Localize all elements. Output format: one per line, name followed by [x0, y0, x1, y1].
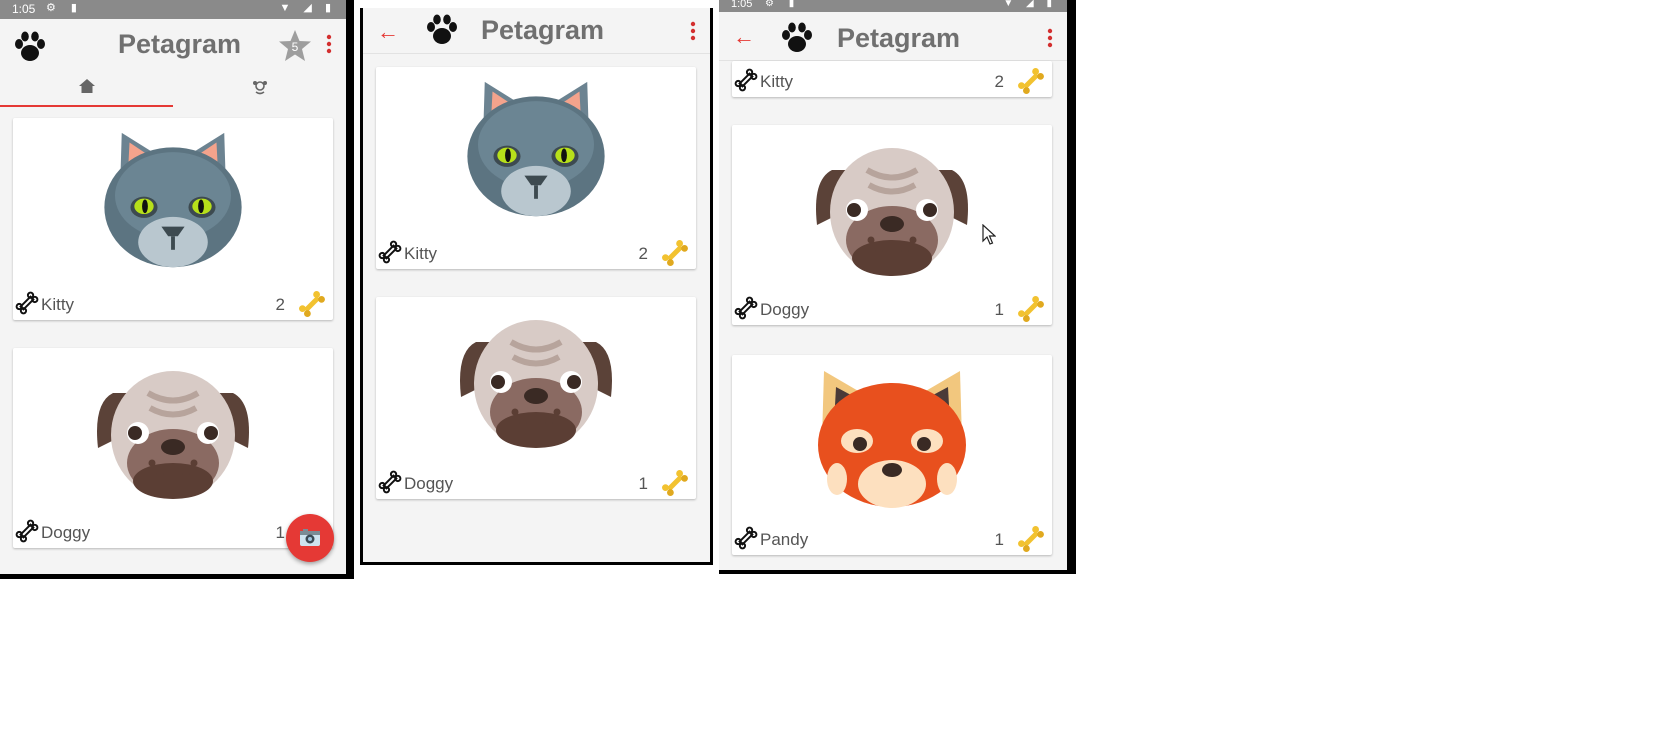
bone-like-icon[interactable]	[1016, 524, 1046, 554]
pet-name: Kitty	[41, 295, 75, 314]
bone-outline-icon[interactable]	[734, 526, 758, 550]
bone-like-icon[interactable]	[660, 468, 690, 498]
screen-main: 1:05 ⚙ ▮ ▼ ◢ ▮ Petagram 5 Kitty 2 Doggy …	[0, 0, 354, 579]
tab-home[interactable]	[0, 67, 173, 107]
app-title: Petagram	[118, 29, 242, 59]
pet-card[interactable]: Doggy 1	[376, 297, 696, 499]
back-arrow-icon[interactable]: ←	[377, 20, 399, 44]
like-count: 2	[994, 72, 1004, 91]
status-time: 1:05	[731, 0, 753, 10]
bone-outline-icon[interactable]	[378, 240, 402, 264]
mouse-cursor-icon	[982, 224, 996, 245]
bone-outline-icon[interactable]	[734, 296, 758, 320]
favorites-count: 5	[291, 40, 299, 54]
app-title: Petagram	[837, 23, 961, 53]
pet-name: Kitty	[404, 244, 438, 263]
pet-card-footer: Kitty 2	[376, 235, 696, 269]
like-count: 1	[994, 530, 1004, 549]
app-bar: ← Petagram	[719, 12, 1067, 61]
bone-outline-icon[interactable]	[15, 291, 39, 315]
like-count: 1	[638, 474, 648, 493]
status-bar: 1:05 ⚙ ▮ ▼ ◢ ▮	[719, 0, 1067, 12]
pug-image	[451, 312, 621, 452]
pet-card[interactable]: Doggy 1	[732, 125, 1052, 325]
wifi-battery-icons: ▼ ◢ ▮	[1003, 0, 1057, 9]
like-count: 2	[638, 244, 648, 263]
screen-list-viewport: 1:05 ⚙ ▮ ▼ ◢ ▮ ← Petagram Kitty 2 Doggy	[719, 0, 1067, 570]
cat-image	[98, 128, 248, 273]
bone-like-icon[interactable]	[297, 289, 327, 319]
overflow-menu-icon[interactable]	[1047, 28, 1053, 48]
paw-logo-icon	[12, 31, 48, 63]
settings-sd-icons: ⚙ ▮	[46, 2, 83, 14]
pet-name: Doggy	[41, 523, 91, 542]
back-arrow-icon[interactable]: ←	[733, 25, 755, 49]
app-bar: ← Petagram	[363, 8, 710, 54]
overflow-menu-icon[interactable]	[690, 21, 696, 41]
pet-name: Pandy	[760, 530, 809, 549]
bone-outline-icon[interactable]	[378, 470, 402, 494]
app-bar: Petagram 5	[0, 19, 346, 70]
favorites-button[interactable]: 5	[278, 29, 312, 63]
pet-name: Doggy	[404, 474, 454, 493]
like-count: 2	[275, 295, 285, 314]
pet-card-footer: Kitty 2	[13, 286, 333, 320]
pet-card-footer: Doggy 1	[13, 514, 333, 548]
camera-icon	[300, 529, 320, 546]
pet-card-footer: Kitty 2	[732, 63, 1052, 97]
bone-like-icon[interactable]	[660, 238, 690, 268]
tab-profile[interactable]	[173, 67, 346, 107]
pet-card[interactable]: Kitty 2	[376, 67, 696, 269]
pet-card[interactable]: Pandy 1	[732, 355, 1052, 555]
bone-like-icon[interactable]	[1016, 294, 1046, 324]
paw-logo-icon	[779, 22, 815, 54]
bone-like-icon[interactable]	[1016, 66, 1046, 96]
settings-sd-icons: ⚙ ▮	[765, 0, 801, 9]
pet-name: Kitty	[760, 72, 794, 91]
pet-card[interactable]: Kitty 2	[13, 118, 333, 320]
pet-card-footer: Doggy 1	[376, 465, 696, 499]
pet-card-footer: Doggy 1	[732, 291, 1052, 325]
screen-list: 1:05 ⚙ ▮ ▼ ◢ ▮ ← Petagram Kitty 2 Doggy	[719, 0, 1076, 574]
bone-outline-icon[interactable]	[15, 519, 39, 543]
pet-card-footer: Pandy 1	[732, 521, 1052, 555]
bone-outline-icon[interactable]	[734, 68, 758, 92]
like-count: 1	[994, 300, 1004, 319]
paw-logo-icon	[424, 14, 460, 46]
status-time: 1:05	[12, 2, 36, 16]
pet-name: Doggy	[760, 300, 810, 319]
screen-main-viewport: 1:05 ⚙ ▮ ▼ ◢ ▮ Petagram 5 Kitty 2 Doggy …	[0, 0, 346, 574]
wifi-battery-icons: ▼ ◢ ▮	[279, 2, 336, 14]
pet-card[interactable]: Kitty 2	[732, 61, 1052, 97]
overflow-menu-icon[interactable]	[326, 34, 332, 54]
status-bar: 1:05 ⚙ ▮ ▼ ◢ ▮	[0, 0, 346, 19]
pug-image	[807, 140, 977, 280]
red-panda-image	[812, 369, 972, 509]
like-count: 1	[275, 523, 285, 542]
tab-bar	[0, 67, 346, 107]
pet-card[interactable]: Doggy 1	[13, 348, 333, 548]
cat-image	[461, 77, 611, 222]
pug-image	[88, 363, 258, 503]
camera-fab-button[interactable]	[286, 514, 334, 562]
dog-face-icon	[252, 81, 267, 95]
screen-favorites-viewport: ← Petagram Kitty 2 Doggy 1	[363, 8, 710, 562]
screen-favorites: ← Petagram Kitty 2 Doggy 1	[360, 8, 713, 565]
app-title: Petagram	[481, 15, 605, 45]
home-icon	[78, 79, 95, 93]
